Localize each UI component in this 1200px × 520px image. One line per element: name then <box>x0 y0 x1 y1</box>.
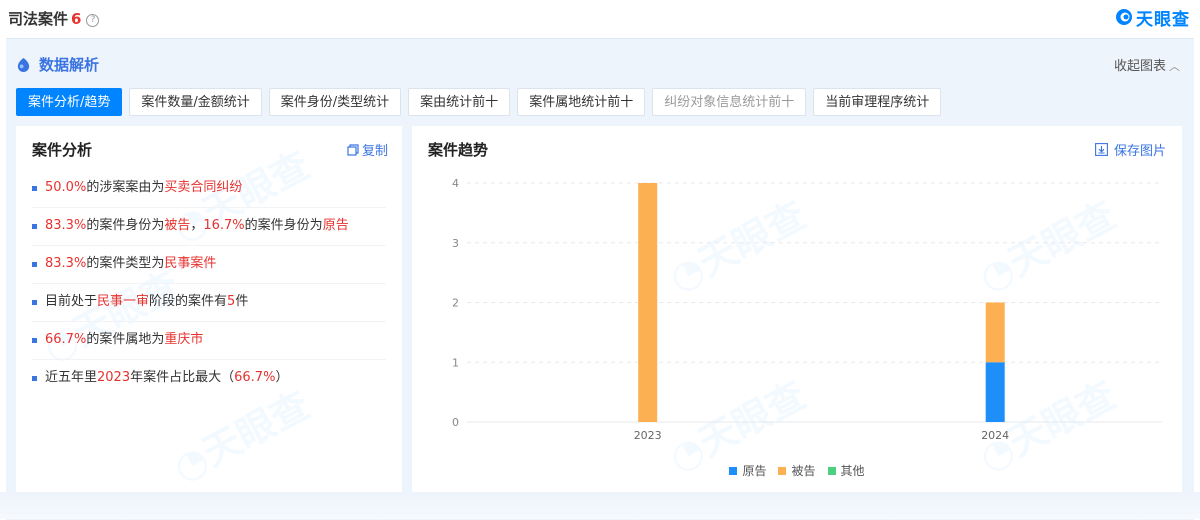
copy-label: 复制 <box>361 144 388 159</box>
analysis-text: 年案件占比最大（ <box>130 370 235 385</box>
tab-current-procedure[interactable]: 当前审理程序统计 <box>813 88 942 116</box>
y-tick-label: 3 <box>452 237 459 250</box>
analysis-text: 阶段的案件有 <box>149 294 228 309</box>
analysis-highlight: 买卖合同纠纷 <box>164 180 243 195</box>
analysis-text: 目前处于 <box>45 294 98 309</box>
analysis-highlight: 50.0% <box>45 180 87 195</box>
analysis-highlight: 民事案件 <box>164 256 217 271</box>
section-header: 司法案件 6? 天眼查 <box>0 0 1200 34</box>
legend-item[interactable]: 原告 <box>729 462 766 479</box>
tab-case-count-amount[interactable]: 案件数量/金额统计 <box>129 88 262 116</box>
analysis-highlight: 民事一审 <box>97 294 150 309</box>
analysis-text: 的涉案案由为 <box>86 180 165 195</box>
tab-bar: 案件分析/趋势 案件数量/金额统计 案件身份/类型统计 案由统计前十 案件属地统… <box>16 88 948 116</box>
analysis-text: 近五年里 <box>45 370 98 385</box>
case-trend-card: ◔天眼查 ◔天眼查 ◔天眼查 ◔天眼查 案件趋势 保存图片 0 1 2 3 4 2023 2… <box>412 126 1182 494</box>
case-trend-chart: 0 1 2 3 4 2023 2024 <box>452 177 1162 442</box>
analysis-item: 83.3%的案件类型为民事案件 <box>32 246 386 284</box>
analysis-highlight: 66.7% <box>234 370 276 385</box>
tab-case-analysis[interactable]: 案件分析/趋势 <box>16 88 123 116</box>
analysis-highlight: 2023 <box>97 370 131 385</box>
analysis-item: 近五年里2023年案件占比最大（66.7%） <box>32 360 386 397</box>
analysis-highlight: 66.7% <box>45 332 87 347</box>
analysis-highlight: 83.3% <box>45 256 87 271</box>
case-count: 6 <box>71 10 82 28</box>
analysis-highlight: 重庆市 <box>164 332 204 347</box>
analysis-text: ， <box>190 218 204 233</box>
bullet-icon <box>32 186 37 191</box>
y-tick-label: 0 <box>452 416 459 429</box>
analysis-list: 50.0%的涉案案由为买卖合同纠纷 83.3%的案件身份为被告，16.7%的案件身… <box>32 170 386 397</box>
case-analysis-card: ◔天眼查 ◔天眼查 ◔天眼查 案件分析 复制 50.0%的涉案案由为买卖合同纠纷… <box>16 126 402 494</box>
panel-title: 数据解析 <box>16 54 99 75</box>
brand-name: 天眼查 <box>1136 9 1190 30</box>
bullet-icon <box>32 376 37 381</box>
legend-label: 被告 <box>791 464 816 478</box>
analysis-text: 的案件身份为 <box>86 218 165 233</box>
analysis-text: 的案件属地为 <box>86 332 165 347</box>
legend-label: 其他 <box>840 464 865 478</box>
bottom-fade <box>0 492 1200 519</box>
x-tick-label: 2023 <box>634 429 662 442</box>
analysis-text: 的案件类型为 <box>86 256 165 271</box>
analysis-highlight: 被告 <box>164 218 191 233</box>
bar-1 <box>985 302 1005 363</box>
x-tick-label: 2024 <box>981 429 1009 442</box>
legend-swatch <box>778 466 787 475</box>
legend-label: 原告 <box>742 464 767 478</box>
copy-icon <box>347 143 359 156</box>
brand-mark-icon <box>1116 9 1132 25</box>
section-title-text: 司法案件 <box>8 10 69 28</box>
legend-swatch <box>729 466 738 475</box>
bar-0 <box>985 362 1005 422</box>
tab-cause-top10[interactable]: 案由统计前十 <box>408 88 511 116</box>
analysis-text: 的案件身份为 <box>244 218 323 233</box>
panel-title-text: 数据解析 <box>39 56 100 74</box>
collapse-chart-button[interactable]: 收起图表 ︿ <box>1114 55 1180 74</box>
y-tick-label: 4 <box>452 177 459 190</box>
legend-item[interactable]: 其他 <box>827 462 865 479</box>
copy-button[interactable]: 复制 <box>347 140 388 159</box>
legend-swatch <box>827 466 836 475</box>
chevron-up-icon: ︿ <box>1169 60 1180 73</box>
brand-logo[interactable]: 天眼查 <box>1115 6 1190 30</box>
bar-1 <box>638 183 658 422</box>
case-analysis-title: 案件分析 <box>32 141 93 159</box>
y-tick-label: 1 <box>452 356 459 369</box>
tab-case-role-type[interactable]: 案件身份/类型统计 <box>268 88 402 116</box>
analysis-highlight: 原告 <box>322 218 349 233</box>
analysis-item: 50.0%的涉案案由为买卖合同纠纷 <box>32 170 386 208</box>
analysis-highlight: 16.7% <box>203 218 245 233</box>
bullet-icon <box>32 224 37 229</box>
collapse-chart-label: 收起图表 <box>1113 59 1166 74</box>
chart-legend: 原告 被告 其他 <box>412 462 1182 479</box>
bullet-icon <box>32 300 37 305</box>
y-tick-label: 2 <box>452 297 459 310</box>
analysis-highlight: 83.3% <box>45 218 87 233</box>
question-circle-icon[interactable]: ? <box>86 14 100 27</box>
analysis-text: ） <box>275 370 289 385</box>
bullet-icon <box>32 262 37 267</box>
bullet-icon <box>32 338 37 343</box>
analysis-text: 件 <box>235 294 249 309</box>
tab-region-top10[interactable]: 案件属地统计前十 <box>517 88 646 116</box>
data-analysis-panel: 数据解析 收起图表 ︿ 案件分析/趋势 案件数量/金额统计 案件身份/类型统计 案… <box>6 38 1194 520</box>
analysis-item: 66.7%的案件属地为重庆市 <box>32 322 386 360</box>
analysis-item: 83.3%的案件身份为被告，16.7%的案件身份为原告 <box>32 208 386 246</box>
section-title: 司法案件 6? <box>8 8 100 29</box>
data-analysis-icon <box>17 57 30 72</box>
legend-item[interactable]: 被告 <box>778 462 816 479</box>
analysis-item: 目前处于民事一审阶段的案件有5件 <box>32 284 386 322</box>
tab-dispute-party-top10[interactable]: 纠纷对象信息统计前十 <box>652 88 807 116</box>
